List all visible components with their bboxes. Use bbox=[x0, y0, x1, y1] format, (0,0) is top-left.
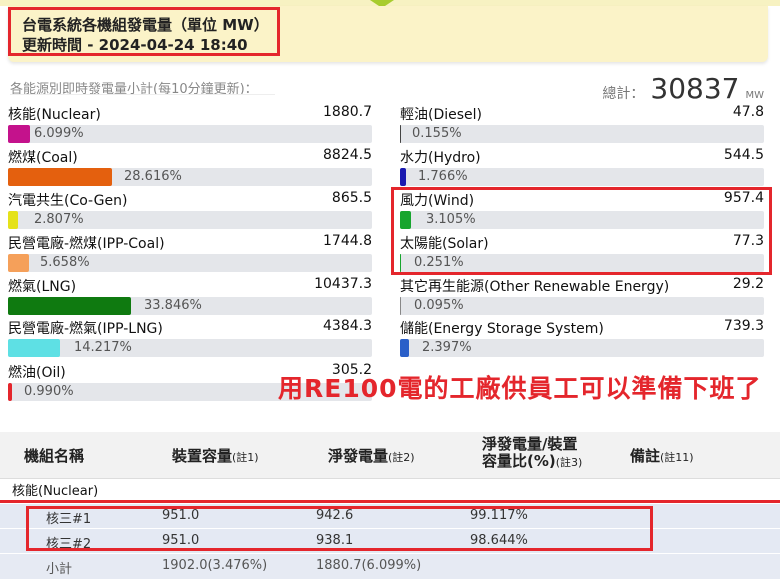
source-lng: 燃氣(LNG) 10437.3 33.846% bbox=[8, 276, 372, 316]
cell-subtotal-capacity: 1902.0(3.476%) bbox=[162, 558, 268, 573]
col-ratio-label-2: 容量比(%) bbox=[482, 452, 556, 470]
col-net-output-label: 淨發電量 bbox=[328, 447, 389, 465]
cell-subtotal-label: 小計 bbox=[46, 562, 73, 577]
source-name: 燃油(Oil) bbox=[8, 365, 66, 381]
col-unit-name-label: 機組名稱 bbox=[24, 447, 85, 465]
total-value: 30837 bbox=[650, 72, 740, 105]
progress-fill bbox=[8, 211, 18, 229]
source-ipp-coal: 民營電廠-燃煤(IPP-Coal) 1744.8 5.658% bbox=[8, 233, 372, 273]
source-percent: 2.807% bbox=[34, 212, 84, 227]
progress-fill bbox=[8, 125, 30, 143]
source-percent: 5.658% bbox=[40, 255, 90, 270]
source-ipp-lng: 民營電廠-燃氣(IPP-LNG) 4384.3 14.217% bbox=[8, 318, 372, 358]
col-capacity-note: (註1) bbox=[232, 451, 259, 464]
group-row-nuclear[interactable]: 核能(Nuclear) bbox=[0, 478, 780, 501]
source-name: 其它再生能源(Other Renewable Energy) bbox=[400, 279, 670, 295]
source-nuclear: 核能(Nuclear) 1880.7 6.099% bbox=[8, 104, 372, 144]
progress-fill bbox=[400, 125, 401, 143]
subtotal-row: 小計 1902.0(3.476%) 1880.7(6.099%) bbox=[0, 554, 780, 580]
source-cogen: 汽電共生(Co-Gen) 865.5 2.807% bbox=[8, 190, 372, 230]
total-unit: MW bbox=[745, 90, 764, 101]
source-value: 865.5 bbox=[331, 190, 372, 206]
source-value: 1744.8 bbox=[323, 233, 372, 249]
col-remark-note: (註11) bbox=[660, 451, 694, 464]
cell-subtotal-net: 1880.7(6.099%) bbox=[316, 558, 422, 573]
col-net-output-note: (註2) bbox=[388, 451, 415, 464]
source-percent: 33.846% bbox=[144, 298, 202, 313]
table-header: 機組名稱 裝置容量(註1) 淨發電量(註2) 淨發電量/裝置 容量比(%)(註3… bbox=[0, 432, 780, 479]
progress-fill bbox=[400, 168, 406, 186]
red-divider bbox=[0, 500, 780, 503]
progress-fill bbox=[400, 297, 401, 315]
source-value: 8824.5 bbox=[323, 147, 372, 163]
source-value: 29.2 bbox=[732, 276, 764, 292]
source-name: 核能(Nuclear) bbox=[8, 107, 101, 123]
col-capacity-label: 裝置容量 bbox=[172, 447, 233, 465]
progress-fill bbox=[8, 168, 112, 186]
source-percent: 0.155% bbox=[412, 126, 462, 141]
progress-fill bbox=[8, 339, 60, 357]
progress-fill bbox=[8, 297, 131, 315]
source-percent: 1.766% bbox=[418, 169, 468, 184]
progress-track bbox=[8, 339, 372, 357]
col-ratio-label-1: 淨發電量/裝置 bbox=[482, 435, 578, 453]
total-output: 總計： 30837 MW bbox=[602, 72, 764, 105]
col-ratio-note: (註3) bbox=[555, 456, 583, 469]
source-percent: 14.217% bbox=[74, 340, 132, 355]
progress-track bbox=[8, 168, 372, 186]
col-unit-name[interactable]: 機組名稱 bbox=[24, 445, 84, 466]
source-percent: 0.990% bbox=[24, 384, 74, 399]
source-name: 民營電廠-燃煤(IPP-Coal) bbox=[8, 236, 165, 252]
source-name: 民營電廠-燃氣(IPP-LNG) bbox=[8, 321, 163, 337]
source-diesel: 輕油(Diesel) 47.8 0.155% bbox=[400, 104, 764, 144]
source-name: 汽電共生(Co-Gen) bbox=[8, 193, 128, 209]
source-value: 739.3 bbox=[723, 318, 764, 334]
source-value: 1880.7 bbox=[323, 104, 372, 120]
source-name: 儲能(Energy Storage System) bbox=[400, 321, 604, 337]
source-other-renewable: 其它再生能源(Other Renewable Energy) 29.2 0.09… bbox=[400, 276, 764, 316]
source-value: 4384.3 bbox=[323, 318, 372, 334]
col-remark-label: 備註 bbox=[630, 447, 661, 465]
col-ratio[interactable]: 淨發電量/裝置 容量比(%)(註3) bbox=[482, 436, 582, 471]
source-percent: 2.397% bbox=[422, 340, 472, 355]
highlight-box-nuclear-rows bbox=[26, 506, 653, 551]
source-name: 水力(Hydro) bbox=[400, 150, 481, 166]
highlight-box-header bbox=[8, 7, 280, 56]
source-value: 47.8 bbox=[732, 104, 764, 120]
col-net-output[interactable]: 淨發電量(註2) bbox=[328, 445, 415, 466]
divider bbox=[10, 94, 275, 95]
col-remark[interactable]: 備註(註11) bbox=[630, 445, 694, 466]
highlight-box-renewables bbox=[391, 187, 772, 275]
red-slogan-text: 用RE100電的工廠供員工可以準備下班了 bbox=[278, 374, 762, 403]
col-capacity[interactable]: 裝置容量(註1) bbox=[172, 445, 259, 466]
progress-fill bbox=[400, 339, 409, 357]
source-percent: 28.616% bbox=[124, 169, 182, 184]
source-hydro: 水力(Hydro) 544.5 1.766% bbox=[400, 147, 764, 187]
source-percent: 6.099% bbox=[34, 126, 84, 141]
progress-fill bbox=[8, 254, 29, 272]
source-value: 544.5 bbox=[723, 147, 764, 163]
group-label: 核能(Nuclear) bbox=[12, 484, 99, 499]
total-label: 總計： bbox=[602, 86, 645, 102]
source-storage: 儲能(Energy Storage System) 739.3 2.397% bbox=[400, 318, 764, 358]
source-value: 10437.3 bbox=[314, 276, 372, 292]
source-coal: 燃煤(Coal) 8824.5 28.616% bbox=[8, 147, 372, 187]
source-name: 燃氣(LNG) bbox=[8, 279, 77, 295]
source-name: 輕油(Diesel) bbox=[400, 107, 483, 123]
source-percent: 0.095% bbox=[414, 298, 464, 313]
source-name: 燃煤(Coal) bbox=[8, 150, 78, 166]
progress-fill bbox=[8, 383, 12, 401]
